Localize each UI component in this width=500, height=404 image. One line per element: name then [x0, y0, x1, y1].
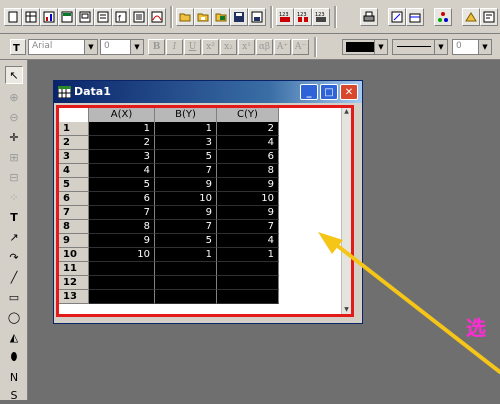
annotation-arrow	[318, 232, 500, 374]
annotation-text: 选	[466, 316, 486, 340]
